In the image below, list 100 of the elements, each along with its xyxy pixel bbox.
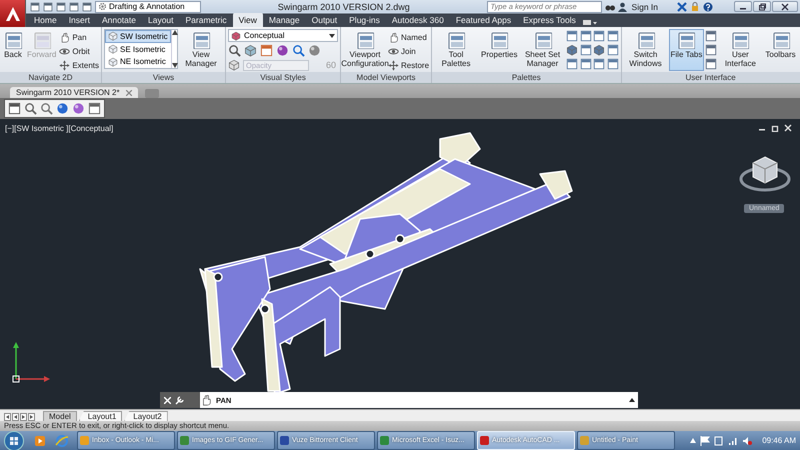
user-icon[interactable] xyxy=(618,2,627,12)
ribbon-button[interactable]: Switch Windows xyxy=(624,29,668,71)
ribbon-tab[interactable]: Annotate xyxy=(96,13,142,27)
ribbon-button[interactable]: Sheet Set Manager xyxy=(520,29,565,71)
window-icon[interactable] xyxy=(606,44,619,56)
ribbon-tab[interactable]: View xyxy=(232,13,263,27)
flag-icon[interactable] xyxy=(700,436,710,446)
ribbon-button[interactable]: Viewport Configuration xyxy=(343,29,388,71)
model-tab[interactable]: Model xyxy=(43,411,77,421)
sphere-icon[interactable] xyxy=(276,44,290,57)
browser-icon[interactable] xyxy=(55,434,69,448)
start-button-icon[interactable] xyxy=(3,430,25,450)
magnifier-icon[interactable] xyxy=(228,44,242,57)
layout-tab[interactable]: Layout2 xyxy=(124,411,168,421)
panel-title[interactable]: Visual Styles xyxy=(226,72,340,83)
media-player-icon[interactable] xyxy=(33,434,47,448)
layout-tab[interactable]: Layout1 xyxy=(78,411,122,421)
cube-icon[interactable] xyxy=(228,59,240,71)
viewport-controls-label[interactable]: [−][SW Isometric ][Conceptual] xyxy=(5,124,114,133)
sphere-icon[interactable] xyxy=(308,44,322,57)
panel-title[interactable]: Views xyxy=(102,72,226,83)
cube-icon[interactable] xyxy=(108,56,118,67)
ribbon-button[interactable]: User Interface xyxy=(718,29,762,71)
cube-icon[interactable] xyxy=(108,31,118,42)
ribbon-tab[interactable]: Featured Apps xyxy=(450,13,518,27)
scroll-arrow-icon[interactable] xyxy=(28,413,35,421)
ribbon-tab[interactable]: Home xyxy=(28,13,63,27)
sphere-icon[interactable] xyxy=(72,102,85,115)
cube-icon[interactable] xyxy=(592,44,605,56)
panel-title[interactable]: Model Viewports xyxy=(341,72,432,83)
window-icon[interactable] xyxy=(580,44,592,56)
window-icon[interactable] xyxy=(260,44,274,57)
window-icon[interactable] xyxy=(580,58,592,70)
cube-icon[interactable] xyxy=(108,44,118,54)
ribbon-small-button[interactable]: Pan xyxy=(59,31,100,43)
file-tab[interactable]: Swingarm 2010 VERSION 2* xyxy=(10,87,138,98)
show-hidden-icons-icon[interactable] xyxy=(690,438,696,443)
scroll-up-icon[interactable] xyxy=(172,30,178,35)
hand-icon[interactable] xyxy=(200,392,212,408)
window-icon[interactable] xyxy=(580,30,592,42)
magnifier-icon[interactable] xyxy=(40,102,53,115)
panel-title[interactable]: User Interface xyxy=(622,72,800,83)
scroll-arrow-icon[interactable] xyxy=(20,413,27,421)
cube-icon[interactable] xyxy=(231,30,242,40)
window-icon[interactable] xyxy=(592,58,605,70)
ribbon-tab[interactable]: Autodesk 360 xyxy=(386,13,450,27)
restore-icon[interactable] xyxy=(758,2,766,10)
ribbon-small-button[interactable]: Orbit xyxy=(59,45,100,57)
window-icon[interactable] xyxy=(606,58,619,70)
sign-in-link[interactable]: Sign In xyxy=(632,2,658,12)
magnifier-icon[interactable] xyxy=(24,102,37,115)
window-icon[interactable] xyxy=(606,30,619,42)
panel-title[interactable]: Navigate 2D xyxy=(0,72,102,83)
window-icon[interactable] xyxy=(8,102,21,115)
orbit-icon[interactable] xyxy=(59,46,70,56)
hand-icon[interactable] xyxy=(59,32,70,42)
arrows-icon[interactable] xyxy=(388,60,400,70)
ribbon-tab[interactable]: Output xyxy=(306,13,344,27)
quick-access-icon[interactable] xyxy=(43,2,53,12)
close-icon[interactable] xyxy=(781,2,789,10)
cube-icon[interactable] xyxy=(566,44,578,56)
ribbon-tab[interactable]: Parametric xyxy=(180,13,233,27)
ribbon-small-button[interactable]: Restore xyxy=(388,59,430,71)
window-icon[interactable] xyxy=(592,30,605,42)
quick-access-icon[interactable] xyxy=(69,2,79,12)
orbit-icon[interactable] xyxy=(388,46,400,56)
ribbon-small-button[interactable]: Named xyxy=(388,31,430,43)
view-list-item[interactable]: NE Isometric xyxy=(105,55,171,68)
scroll-down-icon[interactable] xyxy=(172,63,178,68)
workspace-dropdown[interactable]: Drafting & Annotation xyxy=(95,0,201,12)
ribbon-tab[interactable]: Plug-ins xyxy=(343,13,386,27)
sphere-icon[interactable] xyxy=(56,102,69,115)
hand-icon[interactable] xyxy=(388,32,400,42)
view-list-item[interactable]: SE Isometric xyxy=(105,42,171,56)
speaker-muted-icon[interactable] xyxy=(742,436,752,446)
quick-access-icon[interactable] xyxy=(56,2,66,12)
ribbon-button[interactable]: Toolbars xyxy=(763,29,798,71)
view-list[interactable]: SW Isometric SE Isometric NE Isometric xyxy=(104,29,178,69)
panel-title[interactable]: Palettes xyxy=(432,72,621,83)
help-icon[interactable] xyxy=(703,2,713,12)
ribbon-tab[interactable]: Express Tools xyxy=(517,13,582,27)
scroll-arrow-icon[interactable] xyxy=(4,413,11,421)
ribbon-small-button[interactable]: Extents xyxy=(59,59,100,71)
scroll-arrow-icon[interactable] xyxy=(12,413,19,421)
wrench-icon[interactable] xyxy=(175,396,184,404)
window-icon[interactable] xyxy=(88,102,101,115)
caret-icon[interactable] xyxy=(329,34,336,38)
arrows-icon[interactable] xyxy=(59,60,70,70)
window-icon[interactable] xyxy=(566,30,578,42)
ribbon-button[interactable]: Properties xyxy=(479,29,520,71)
expand-icon[interactable] xyxy=(626,392,638,408)
ribbon-small-button[interactable]: Join xyxy=(388,45,430,57)
ribbon-tab[interactable]: Insert xyxy=(62,13,96,27)
ribbon-button[interactable]: View Manager xyxy=(179,29,224,71)
ribbon-button[interactable]: File Tabs xyxy=(668,29,704,71)
cube-icon[interactable] xyxy=(244,44,258,57)
gear-icon[interactable] xyxy=(98,2,107,11)
window-icon[interactable] xyxy=(705,58,718,70)
ribbon-options-icon[interactable] xyxy=(582,18,598,27)
ribbon-tab[interactable]: Manage xyxy=(262,13,306,27)
